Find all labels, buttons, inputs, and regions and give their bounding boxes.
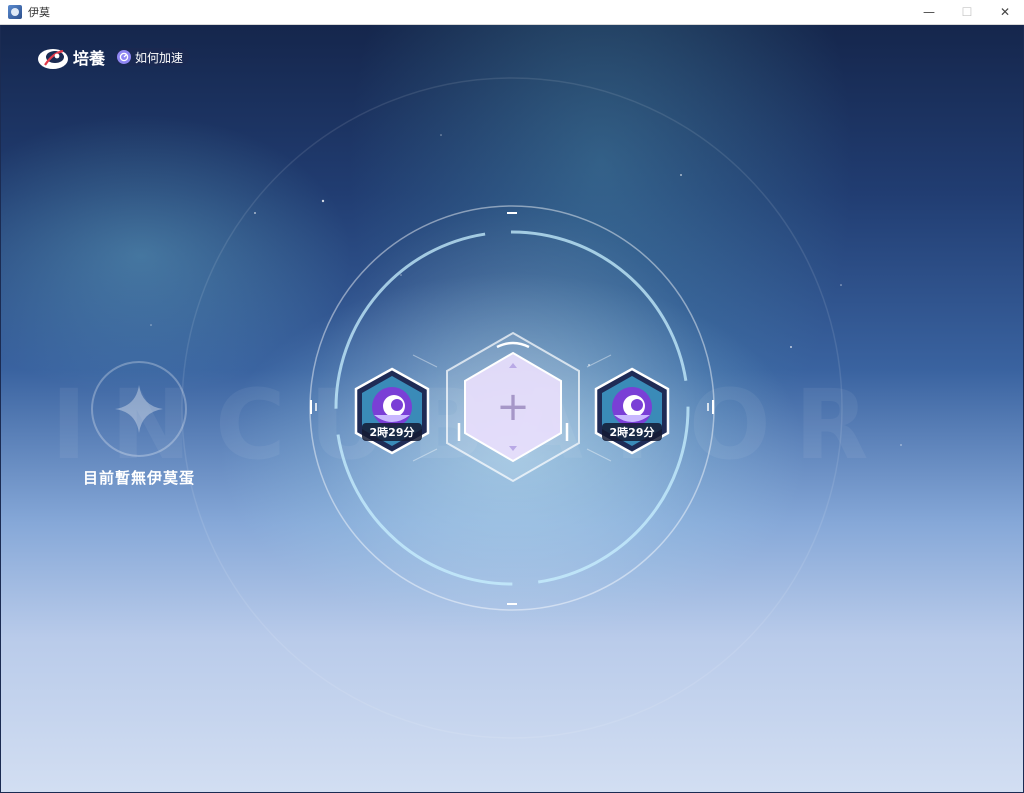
close-button[interactable]: ✕ bbox=[986, 0, 1024, 25]
incubator-slot-left[interactable]: 2時29分 bbox=[352, 367, 432, 455]
window-controls: — ☐ ✕ bbox=[910, 0, 1024, 25]
window-titlebar: 伊莫 — ☐ ✕ bbox=[0, 0, 1024, 25]
incubation-timer: 2時29分 bbox=[362, 423, 422, 441]
emo-egg-icon bbox=[594, 367, 670, 455]
maximize-button[interactable]: ☐ bbox=[948, 0, 986, 25]
game-view: INCUBATOR 培養 如何加速 bbox=[1, 25, 1023, 792]
add-icon: + bbox=[496, 384, 530, 430]
emo-egg-icon bbox=[354, 367, 430, 455]
window-title: 伊莫 bbox=[28, 6, 50, 19]
incubation-timer: 2時29分 bbox=[602, 423, 662, 441]
incubator-slot-right[interactable]: 2時29分 bbox=[592, 367, 672, 455]
app-icon bbox=[8, 5, 22, 19]
minimize-button[interactable]: — bbox=[910, 0, 948, 25]
add-egg-slot[interactable]: + bbox=[445, 331, 581, 483]
